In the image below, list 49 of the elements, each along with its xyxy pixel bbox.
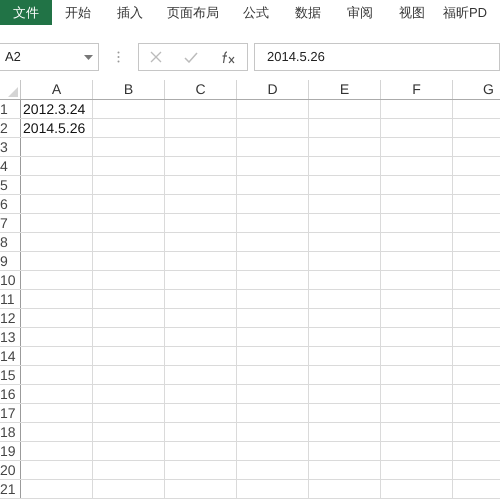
row-number[interactable]: 21 bbox=[0, 482, 16, 496]
select-all-triangle-icon[interactable] bbox=[8, 87, 18, 97]
row-number[interactable]: 18 bbox=[0, 425, 16, 439]
ribbon-tab[interactable]: 文件 bbox=[0, 0, 52, 25]
row-number[interactable]: 13 bbox=[0, 330, 16, 344]
row-number[interactable]: 14 bbox=[0, 349, 16, 363]
row-number[interactable]: 19 bbox=[0, 444, 16, 458]
cell-reference: A2 bbox=[5, 48, 21, 66]
row-number[interactable]: 9 bbox=[0, 254, 8, 268]
ribbon-tab[interactable]: 福昕PD bbox=[438, 0, 492, 25]
ribbon-tab[interactable]: 开始 bbox=[52, 0, 104, 25]
ribbon-tab[interactable]: 数据 bbox=[282, 0, 334, 25]
row-number[interactable]: 17 bbox=[0, 406, 16, 420]
column-header[interactable]: A bbox=[21, 80, 93, 99]
row-number[interactable]: 10 bbox=[0, 273, 16, 287]
ribbon-tab[interactable]: 插入 bbox=[104, 0, 156, 25]
row-number[interactable]: 1 bbox=[0, 102, 8, 116]
row-number[interactable]: 4 bbox=[0, 159, 8, 173]
cell-value: 2014.5.26 bbox=[23, 121, 86, 135]
cancel-icon[interactable] bbox=[150, 51, 162, 63]
row-number[interactable]: 15 bbox=[0, 368, 16, 382]
grip-dots-icon bbox=[117, 51, 120, 63]
function-icon[interactable] bbox=[220, 50, 236, 64]
row-number[interactable]: 6 bbox=[0, 197, 8, 211]
formula-text: 2014.5.26 bbox=[267, 48, 325, 66]
row-number[interactable]: 7 bbox=[0, 216, 8, 230]
row-number[interactable]: 16 bbox=[0, 387, 16, 401]
check-icon[interactable] bbox=[184, 52, 198, 62]
ribbon-tab[interactable]: 页面布局 bbox=[156, 0, 230, 25]
row-number[interactable]: 3 bbox=[0, 140, 8, 154]
row-number[interactable]: 20 bbox=[0, 463, 16, 477]
cell-value: 2012.3.24 bbox=[23, 102, 86, 116]
dropdown-caret-icon bbox=[84, 54, 93, 60]
row-number[interactable]: 11 bbox=[0, 292, 15, 306]
column-header[interactable]: D bbox=[237, 80, 309, 99]
formula-bar[interactable]: 2014.5.26 bbox=[254, 43, 500, 71]
column-header[interactable]: E bbox=[309, 80, 381, 99]
row-number[interactable]: 12 bbox=[0, 311, 16, 325]
row-number[interactable]: 5 bbox=[0, 178, 8, 192]
column-header[interactable]: B bbox=[93, 80, 165, 99]
column-header[interactable]: F bbox=[381, 80, 453, 99]
ribbon-tab[interactable]: 公式 bbox=[230, 0, 282, 25]
column-header[interactable]: C bbox=[165, 80, 237, 99]
ribbon-tab[interactable]: 视图 bbox=[386, 0, 438, 25]
ribbon-tab[interactable]: 审阅 bbox=[334, 0, 386, 25]
row-number[interactable]: 2 bbox=[0, 121, 8, 135]
row-number[interactable]: 8 bbox=[0, 235, 8, 249]
name-box[interactable]: A2 bbox=[0, 43, 99, 71]
column-header[interactable]: G bbox=[453, 80, 500, 99]
